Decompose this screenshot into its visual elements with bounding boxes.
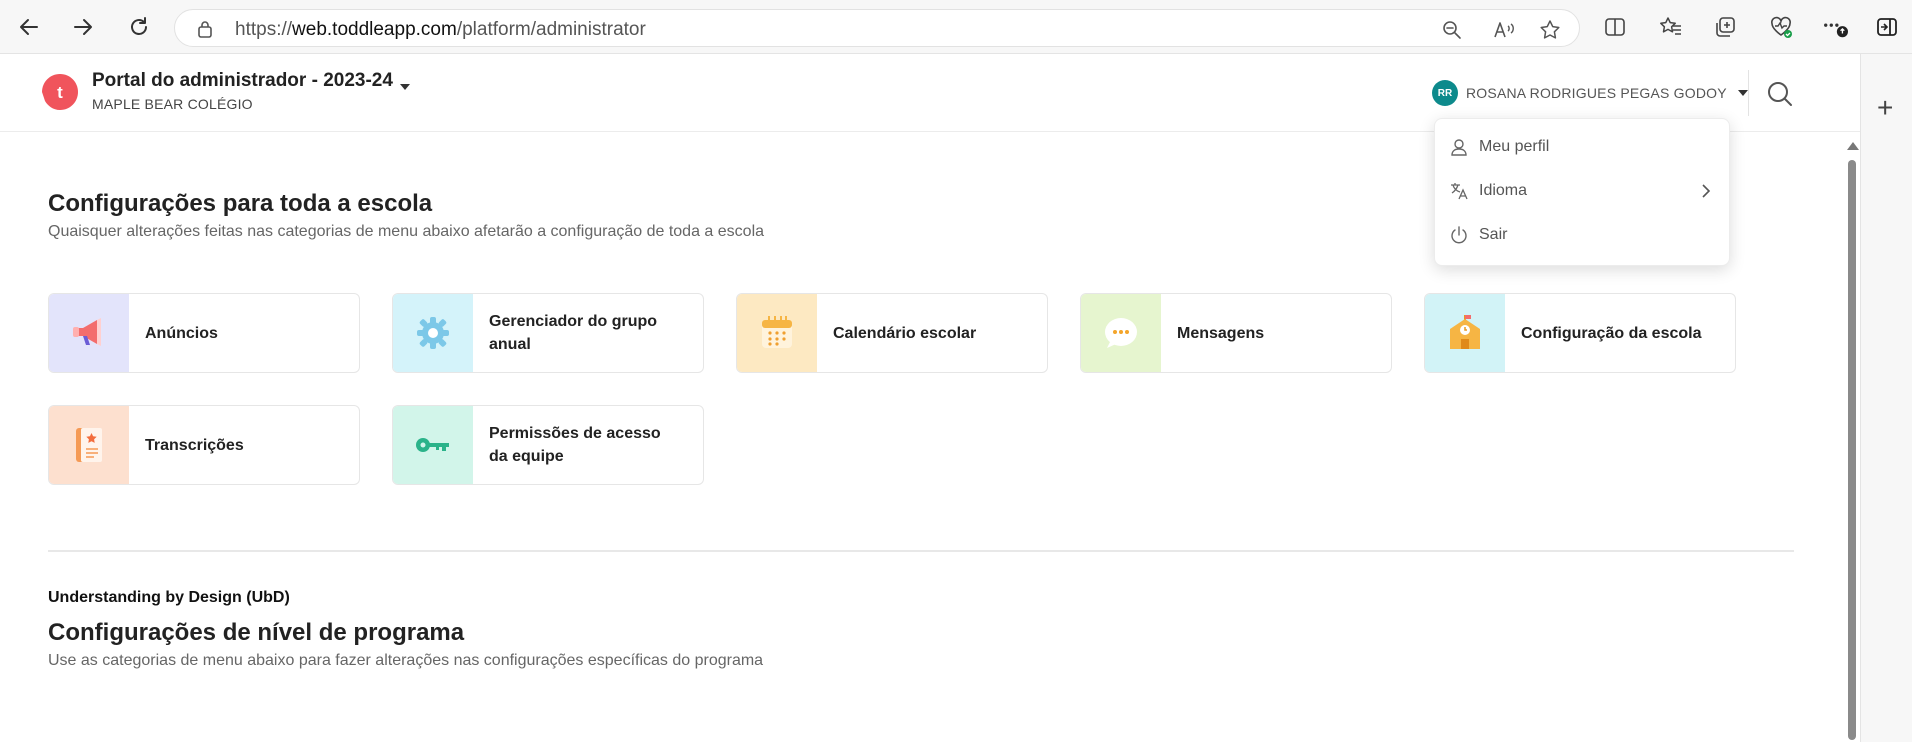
- menu-item-meu-perfil[interactable]: Meu perfil: [1435, 129, 1731, 165]
- header-divider: [1748, 70, 1749, 116]
- scroll-up-arrow-icon[interactable]: [1847, 142, 1859, 150]
- person-icon: [1449, 137, 1469, 157]
- sidebar-toggle-icon[interactable]: [1874, 14, 1900, 40]
- toddle-logo[interactable]: t: [40, 72, 80, 112]
- card-gerenciador-grupo-anual[interactable]: Gerenciador do grupo anual: [392, 293, 704, 373]
- card-permissoes-acesso[interactable]: Permissões de acesso da equipe: [392, 405, 704, 485]
- menu-item-sair[interactable]: Sair: [1435, 217, 1731, 253]
- school-settings-title: Configurações para toda a escola: [48, 190, 433, 217]
- browser-toolbar: https://web.toddleapp.com/platform/admin…: [0, 0, 1912, 54]
- card-mensagens[interactable]: Mensagens: [1080, 293, 1392, 373]
- chat-bubble-icon: [1081, 294, 1161, 372]
- scrollbar[interactable]: [1844, 132, 1860, 742]
- search-button[interactable]: [1766, 80, 1794, 108]
- favorites-icon[interactable]: [1658, 14, 1684, 40]
- logo-letter: t: [57, 83, 63, 102]
- address-bar[interactable]: https://web.toddleapp.com/platform/admin…: [174, 9, 1580, 47]
- gear-icon: [393, 294, 473, 372]
- card-label: Permissões de acesso da equipe: [489, 425, 661, 465]
- key-icon: [393, 406, 473, 484]
- caret-down-icon: [1737, 84, 1749, 102]
- card-label: Configuração da escola: [1521, 324, 1702, 342]
- menu-item-label: Meu perfil: [1479, 138, 1550, 155]
- school-building-icon: [1425, 294, 1505, 372]
- more-menu-icon[interactable]: [1822, 14, 1848, 40]
- add-icon[interactable]: +: [1877, 94, 1893, 122]
- user-dropdown-menu: Meu perfil Idioma Sair: [1434, 118, 1730, 266]
- chevron-right-icon: [1701, 183, 1711, 204]
- lock-icon: [197, 20, 213, 43]
- card-label: Anúncios: [145, 324, 218, 342]
- user-name: ROSANA RODRIGUES PEGAS GODOY: [1466, 85, 1727, 101]
- card-anuncios[interactable]: Anúncios: [48, 293, 360, 373]
- transcript-book-icon: [49, 406, 129, 484]
- scrollbar-thumb[interactable]: [1848, 160, 1856, 740]
- power-icon: [1449, 225, 1469, 245]
- card-configuracao-escola[interactable]: Configuração da escola: [1424, 293, 1736, 373]
- section-divider: [48, 550, 1794, 552]
- back-button[interactable]: [14, 12, 44, 42]
- search-icon: [1768, 82, 1792, 106]
- forward-button[interactable]: [68, 12, 98, 42]
- browser-essentials-icon[interactable]: [1768, 14, 1794, 40]
- program-name[interactable]: Understanding by Design (UbD): [48, 589, 290, 607]
- translate-icon: [1449, 181, 1469, 201]
- menu-item-label: Idioma: [1479, 182, 1528, 199]
- card-label: Gerenciador do grupo anual: [489, 313, 658, 353]
- portal-title[interactable]: Portal do administrador - 2023-24: [92, 70, 393, 92]
- school-settings-subtitle: Quaisquer alterações feitas nas categori…: [48, 223, 765, 240]
- split-screen-icon[interactable]: [1602, 14, 1628, 40]
- user-menu-button[interactable]: RR ROSANA RODRIGUES PEGAS GODOY: [1432, 80, 1749, 106]
- card-transcricoes[interactable]: Transcrições: [48, 405, 360, 485]
- zoom-out-icon[interactable]: [1441, 19, 1463, 41]
- card-label: Transcrições: [145, 436, 244, 454]
- megaphone-icon: [49, 294, 129, 372]
- card-calendario-escolar[interactable]: Calendário escolar: [736, 293, 1048, 373]
- collections-icon[interactable]: [1712, 14, 1738, 40]
- browser-sidebar: +: [1860, 54, 1912, 742]
- favorite-star-icon[interactable]: [1539, 19, 1561, 41]
- avatar: RR: [1432, 80, 1458, 106]
- program-settings-subtitle: Use as categorias de menu abaixo para fa…: [48, 652, 764, 669]
- program-settings-title: Configurações de nível de programa: [48, 619, 465, 646]
- reload-icon: [131, 17, 147, 35]
- menu-item-label: Sair: [1479, 226, 1508, 243]
- calendar-icon: [737, 294, 817, 372]
- url-text[interactable]: https://web.toddleapp.com/platform/admin…: [235, 19, 646, 41]
- menu-item-idioma[interactable]: Idioma: [1435, 173, 1731, 209]
- read-aloud-icon[interactable]: [1493, 19, 1515, 41]
- arrow-left-icon: [20, 19, 38, 35]
- card-label: Calendário escolar: [833, 324, 977, 342]
- caret-down-icon[interactable]: [399, 78, 411, 96]
- card-label: Mensagens: [1177, 324, 1265, 342]
- reload-button[interactable]: [124, 12, 154, 42]
- school-name: MAPLE BEAR COLÉGIO: [92, 96, 253, 112]
- arrow-right-icon: [74, 19, 92, 35]
